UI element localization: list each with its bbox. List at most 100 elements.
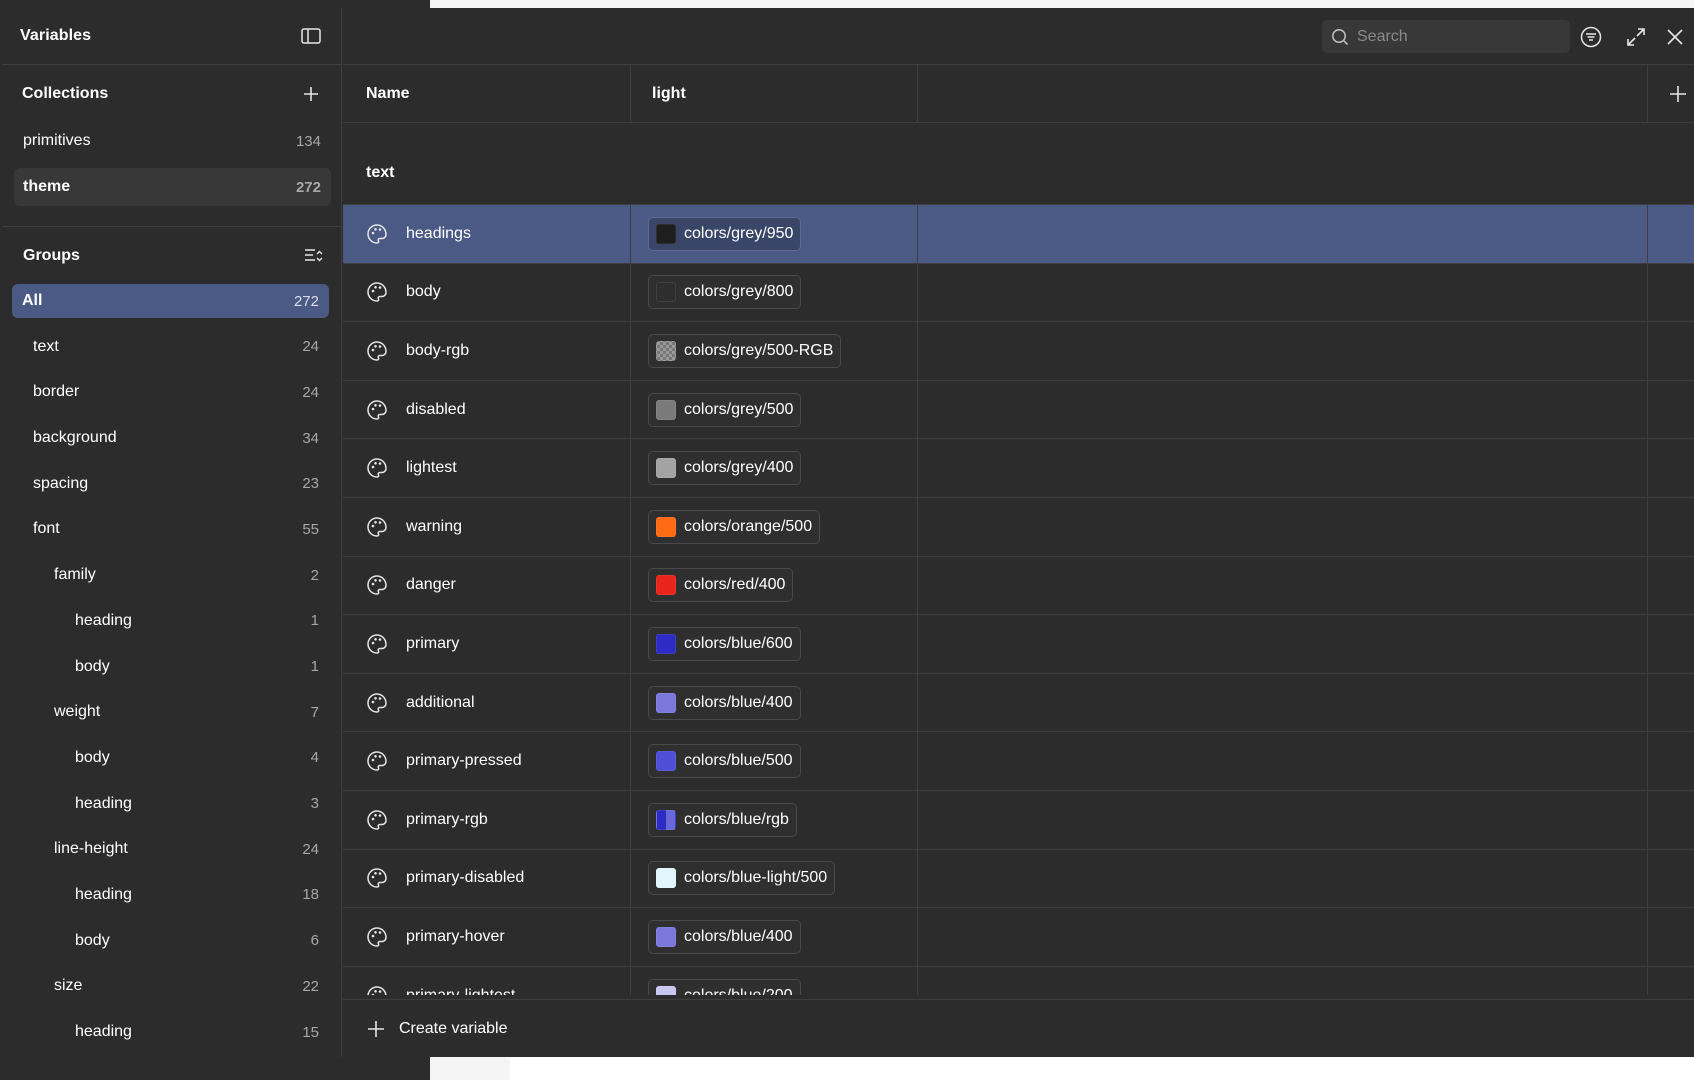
table-row[interactable]: lightest colors/grey/400 — [343, 439, 1694, 498]
plus-icon — [367, 1020, 385, 1038]
sidebar-toggle-icon[interactable] — [299, 24, 323, 48]
table-row[interactable]: warning colors/orange/500 — [343, 497, 1694, 557]
variable-name-cell[interactable]: primary — [343, 615, 631, 673]
variable-value-cell[interactable]: colors/blue/600 — [631, 615, 918, 673]
empty-cell — [918, 966, 1648, 995]
variable-name-cell[interactable]: body — [343, 263, 631, 322]
group-count: 22 — [302, 977, 319, 995]
group-item[interactable]: border 24 — [12, 375, 329, 409]
alias-pill[interactable]: colors/grey/950 — [648, 216, 802, 251]
table-row[interactable]: disabled colors/grey/500 — [343, 380, 1694, 440]
variable-value-cell[interactable]: colors/red/400 — [631, 556, 918, 615]
alias-pill[interactable]: colors/blue/500 — [648, 744, 801, 779]
group-item[interactable]: heading 18 — [12, 878, 329, 912]
table-row[interactable]: danger colors/red/400 — [343, 556, 1694, 616]
table-row[interactable]: primary-pressed colors/blue/500 — [343, 732, 1694, 791]
alias-pill[interactable]: colors/blue/400 — [648, 919, 801, 954]
color-swatch — [656, 458, 676, 479]
group-item[interactable]: body 4 — [12, 741, 329, 775]
search-box[interactable] — [1322, 20, 1570, 53]
table-row[interactable]: primary-lightest colors/blue/200 — [343, 966, 1694, 995]
group-item[interactable]: text 24 — [12, 330, 329, 364]
alias-pill[interactable]: colors/red/400 — [648, 568, 794, 603]
palette-icon — [366, 692, 388, 714]
group-item[interactable]: heading 1 — [12, 604, 329, 638]
group-item[interactable]: weight 7 — [12, 695, 329, 729]
alias-pill[interactable]: colors/blue/400 — [648, 685, 801, 720]
close-icon[interactable] — [1663, 25, 1687, 49]
variable-value-cell[interactable]: colors/orange/500 — [631, 497, 918, 556]
column-header-mode[interactable]: light — [631, 65, 918, 122]
group-item[interactable]: body 6 — [12, 924, 329, 958]
variable-name-cell[interactable]: lightest — [343, 439, 631, 497]
add-mode-icon[interactable] — [1666, 82, 1690, 106]
collection-label: primitives — [23, 132, 91, 149]
search-input[interactable] — [1357, 27, 1547, 46]
variable-name-cell[interactable]: primary-disabled — [343, 849, 631, 908]
alias-label: colors/blue/rgb — [684, 810, 789, 828]
group-item[interactable]: line-height 24 — [12, 832, 329, 866]
variable-value-cell[interactable]: colors/grey/400 — [631, 439, 918, 497]
alias-pill[interactable]: colors/blue/200 — [648, 978, 801, 995]
variable-name-cell[interactable]: warning — [343, 497, 631, 556]
group-item[interactable]: size 22 — [12, 969, 329, 1003]
variable-value-cell[interactable]: colors/blue/rgb — [631, 790, 918, 849]
variable-name-cell[interactable]: additional — [343, 673, 631, 732]
collection-item-theme[interactable]: theme 272 — [14, 168, 331, 206]
variable-value-cell[interactable]: colors/grey/800 — [631, 263, 918, 322]
variable-value-cell[interactable]: colors/blue/200 — [631, 966, 918, 995]
variable-name-cell[interactable]: primary-rgb — [343, 790, 631, 849]
group-item[interactable]: spacing 23 — [12, 467, 329, 501]
variable-name-cell[interactable]: primary-hover — [343, 908, 631, 966]
variable-value-cell[interactable]: colors/blue/400 — [631, 673, 918, 732]
group-item[interactable]: family 2 — [12, 558, 329, 592]
variable-name: primary — [406, 634, 460, 652]
group-item[interactable]: body 1 — [12, 650, 329, 684]
table-row[interactable]: primary-rgb colors/blue/rgb — [343, 790, 1694, 850]
alias-pill[interactable]: colors/grey/800 — [648, 275, 802, 310]
collapse-groups-icon[interactable] — [301, 244, 325, 268]
add-collection-icon[interactable] — [299, 82, 323, 106]
table-row[interactable]: primary-disabled colors/blue-light/500 — [343, 849, 1694, 909]
variable-name-cell[interactable]: primary-pressed — [343, 732, 631, 790]
variable-value-cell[interactable]: colors/grey/500 — [631, 380, 918, 439]
create-variable-button[interactable]: Create variable — [343, 999, 1694, 1057]
empty-cell — [918, 790, 1648, 849]
table-row[interactable]: primary colors/blue/600 — [343, 615, 1694, 674]
alias-pill[interactable]: colors/blue/600 — [648, 626, 801, 661]
variable-name-cell[interactable]: headings — [343, 205, 631, 263]
alias-pill[interactable]: colors/blue-light/500 — [648, 861, 836, 896]
variable-name-cell[interactable]: danger — [343, 556, 631, 615]
variable-value-cell[interactable]: colors/blue-light/500 — [631, 849, 918, 908]
alias-pill[interactable]: colors/grey/400 — [648, 451, 802, 486]
variable-value-cell[interactable]: colors/grey/950 — [631, 205, 918, 263]
column-header-name[interactable]: Name — [343, 65, 631, 122]
table-row[interactable]: body-rgb colors/grey/500-RGB — [343, 322, 1694, 381]
expand-icon[interactable] — [1624, 25, 1648, 49]
variable-value-cell[interactable]: colors/blue/400 — [631, 908, 918, 966]
group-item[interactable]: heading 15 — [12, 1015, 329, 1049]
empty-cell — [918, 673, 1648, 732]
variable-value-cell[interactable]: colors/grey/500-RGB — [631, 322, 918, 380]
table-row[interactable]: primary-hover colors/blue/400 — [343, 908, 1694, 967]
table-row[interactable]: additional colors/blue/400 — [343, 673, 1694, 733]
create-variable-label: Create variable — [399, 1019, 508, 1037]
group-item[interactable]: font 55 — [12, 512, 329, 546]
alias-pill[interactable]: colors/grey/500 — [648, 392, 802, 427]
group-item[interactable]: heading 3 — [12, 787, 329, 821]
variable-name-cell[interactable]: body-rgb — [343, 322, 631, 380]
empty-cell — [918, 380, 1648, 439]
group-item[interactable]: All 272 — [12, 284, 329, 318]
filter-icon[interactable] — [1579, 25, 1603, 49]
alias-pill[interactable]: colors/blue/rgb — [648, 802, 797, 837]
table-row[interactable]: body colors/grey/800 — [343, 263, 1694, 323]
alias-pill[interactable]: colors/grey/500-RGB — [648, 333, 842, 368]
collection-item-primitives[interactable]: primitives 134 — [14, 122, 331, 160]
variable-name-cell[interactable]: primary-lightest — [343, 966, 631, 995]
table-row[interactable]: headings colors/grey/950 — [343, 205, 1694, 264]
palette-icon — [366, 809, 388, 831]
variable-value-cell[interactable]: colors/blue/500 — [631, 732, 918, 790]
variable-name-cell[interactable]: disabled — [343, 380, 631, 439]
group-item[interactable]: background 34 — [12, 421, 329, 455]
alias-pill[interactable]: colors/orange/500 — [648, 509, 821, 544]
